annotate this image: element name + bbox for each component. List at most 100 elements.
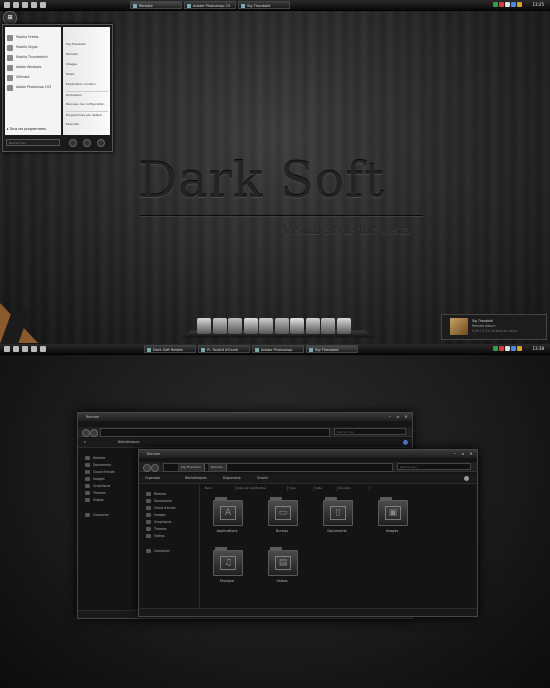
column-header[interactable]: Duration: [337, 486, 370, 491]
tray-icon[interactable]: [517, 2, 522, 7]
sidebar-item[interactable]: Documents: [85, 462, 111, 468]
start-link[interactable]: Exploration modern: [66, 81, 108, 88]
crumb-user[interactable]: Sig Theobald: [178, 464, 205, 471]
maximize-button[interactable]: ▫: [461, 452, 465, 456]
dock-icon[interactable]: [212, 318, 227, 334]
taskbar-button[interactable]: Adobe Photoshop: [252, 345, 304, 353]
folder-item[interactable]: ♫: [211, 547, 243, 577]
back-button[interactable]: [82, 428, 90, 437]
taskbar-button[interactable]: Pr. Toolkit d'Ecole: [198, 345, 250, 353]
sidebar-item[interactable]: Remote: [85, 455, 105, 461]
start-link[interactable]: Executer: [66, 121, 108, 128]
sidebar-item[interactable]: Remote: [146, 491, 166, 497]
folder-item[interactable]: A: [211, 497, 243, 527]
folder-item[interactable]: ▯: [321, 497, 353, 527]
column-header[interactable]: Taille: [313, 486, 338, 491]
pinned-item[interactable]: Adobe Photoshop CS3: [5, 83, 59, 92]
pinned-item[interactable]: Mozilla Skype: [5, 43, 59, 52]
pinned-item[interactable]: Adobe Windows: [5, 63, 59, 72]
quick-launch-icon[interactable]: [13, 2, 19, 8]
folder-item[interactable]: ▤: [266, 547, 298, 577]
tray-icon[interactable]: [511, 2, 516, 7]
tray-icon[interactable]: [499, 346, 504, 351]
sidebar-item[interactable]: Cloud d'ecole: [146, 505, 176, 511]
dock-icon[interactable]: [243, 318, 258, 334]
minimize-button[interactable]: –: [453, 452, 457, 456]
taskbar-button[interactable]: Sig Theobald: [238, 1, 290, 9]
help-icon[interactable]: [403, 440, 408, 445]
quick-launch-icon[interactable]: [4, 346, 10, 352]
organize-menu[interactable]: Organiser: [145, 474, 161, 483]
sidebar-item[interactable]: Images: [146, 512, 166, 518]
dock-icon[interactable]: [305, 318, 320, 334]
column-header[interactable]: Type: [287, 486, 314, 491]
sidebar-item-computer[interactable]: Computer: [85, 512, 109, 518]
forward-button[interactable]: [90, 428, 98, 437]
dock-icon[interactable]: [228, 318, 242, 334]
start-link[interactable]: Panneau de configuration: [66, 101, 108, 108]
tray-icon[interactable]: [505, 346, 510, 351]
sidebar-item[interactable]: Documents: [146, 498, 172, 504]
dock-icon[interactable]: [290, 318, 304, 334]
clock[interactable]: 13:38: [532, 345, 544, 353]
dock-icon[interactable]: [259, 318, 273, 334]
quick-launch-icon[interactable]: [4, 2, 10, 8]
taskbar-button[interactable]: Remote: [130, 1, 182, 9]
dock-icon[interactable]: [197, 318, 211, 334]
sidebar-item[interactable]: Cloud d'ecole: [85, 469, 115, 475]
back-button[interactable]: [143, 463, 151, 472]
crumb-libraries[interactable]: Bibliotheques: [118, 438, 140, 447]
help-icon[interactable]: [464, 476, 469, 481]
pinned-item[interactable]: Mozilla Firefox: [5, 33, 59, 42]
tray-icon[interactable]: [517, 346, 522, 351]
libraries-menu[interactable]: Bibliotheques: [185, 474, 207, 483]
search-input[interactable]: Rechercher: [334, 428, 406, 435]
sidebar-item[interactable]: Themes: [146, 526, 167, 532]
tray-icon[interactable]: [511, 346, 516, 351]
start-link[interactable]: Images: [66, 61, 108, 68]
lock-button[interactable]: [83, 139, 91, 147]
burn-button[interactable]: Graver: [257, 474, 268, 483]
sidebar-item[interactable]: Images: [85, 476, 105, 482]
close-button[interactable]: ×: [404, 415, 408, 419]
start-link[interactable]: Sig Theobald: [66, 41, 108, 48]
explorer-window-front[interactable]: Remote – ▫ × Sig Theobald Remote Recherc…: [138, 449, 478, 617]
start-orb[interactable]: ⊞: [3, 11, 17, 25]
sidebar-item[interactable]: Videos: [146, 533, 165, 539]
column-header[interactable]: Nom: [203, 486, 236, 491]
now-playing-widget[interactable]: Sig Theobald Remote Album 0:00 / 3:24 Le…: [441, 314, 547, 340]
address-bar[interactable]: Sig Theobald Remote: [163, 463, 393, 472]
taskbar-button[interactable]: Sig Theobald: [306, 345, 358, 353]
crumb-remote[interactable]: Remote: [208, 464, 227, 471]
all-programs-link[interactable]: ▸ Tous les programmes: [7, 127, 46, 131]
quick-launch-icon[interactable]: [40, 2, 46, 8]
sidebar-item[interactable]: Graphisme: [146, 519, 171, 525]
sidebar-item[interactable]: Themes: [85, 490, 106, 496]
quick-launch-icon[interactable]: [13, 346, 19, 352]
start-link[interactable]: Ordinateur: [66, 91, 108, 99]
taskbar-button[interactable]: Dark Soft Rebels: [144, 345, 196, 353]
quick-launch-icon[interactable]: [22, 346, 28, 352]
quick-launch-icon[interactable]: [31, 346, 37, 352]
quick-launch-icon[interactable]: [40, 346, 46, 352]
slideshow-button[interactable]: Diaporama: [223, 474, 241, 483]
sidebar-item-computer[interactable]: Computer: [146, 548, 170, 554]
dock-icon[interactable]: [274, 318, 289, 334]
forward-button[interactable]: [151, 463, 159, 472]
sidebar-item[interactable]: Graphisme: [85, 483, 110, 489]
tray-icon[interactable]: [505, 2, 510, 7]
start-link[interactable]: Programmes par defaut: [66, 111, 108, 119]
taskbar-button[interactable]: Adobe Photoshop CS: [184, 1, 236, 9]
column-header[interactable]: Date de modification: [235, 486, 288, 491]
dock-icon[interactable]: [321, 318, 335, 334]
tray-icon[interactable]: [493, 2, 498, 7]
start-link[interactable]: Music: [66, 71, 108, 78]
folder-item[interactable]: ▭: [266, 497, 298, 527]
search-input[interactable]: Rechercher: [397, 463, 471, 470]
organize-menu[interactable]: ▾: [84, 438, 86, 447]
start-search-input[interactable]: Rechercher: [6, 139, 60, 146]
minimize-button[interactable]: –: [388, 415, 392, 419]
clock[interactable]: 13:25: [532, 1, 544, 9]
shutdown-options-button[interactable]: [97, 139, 105, 147]
quick-launch-icon[interactable]: [31, 2, 37, 8]
